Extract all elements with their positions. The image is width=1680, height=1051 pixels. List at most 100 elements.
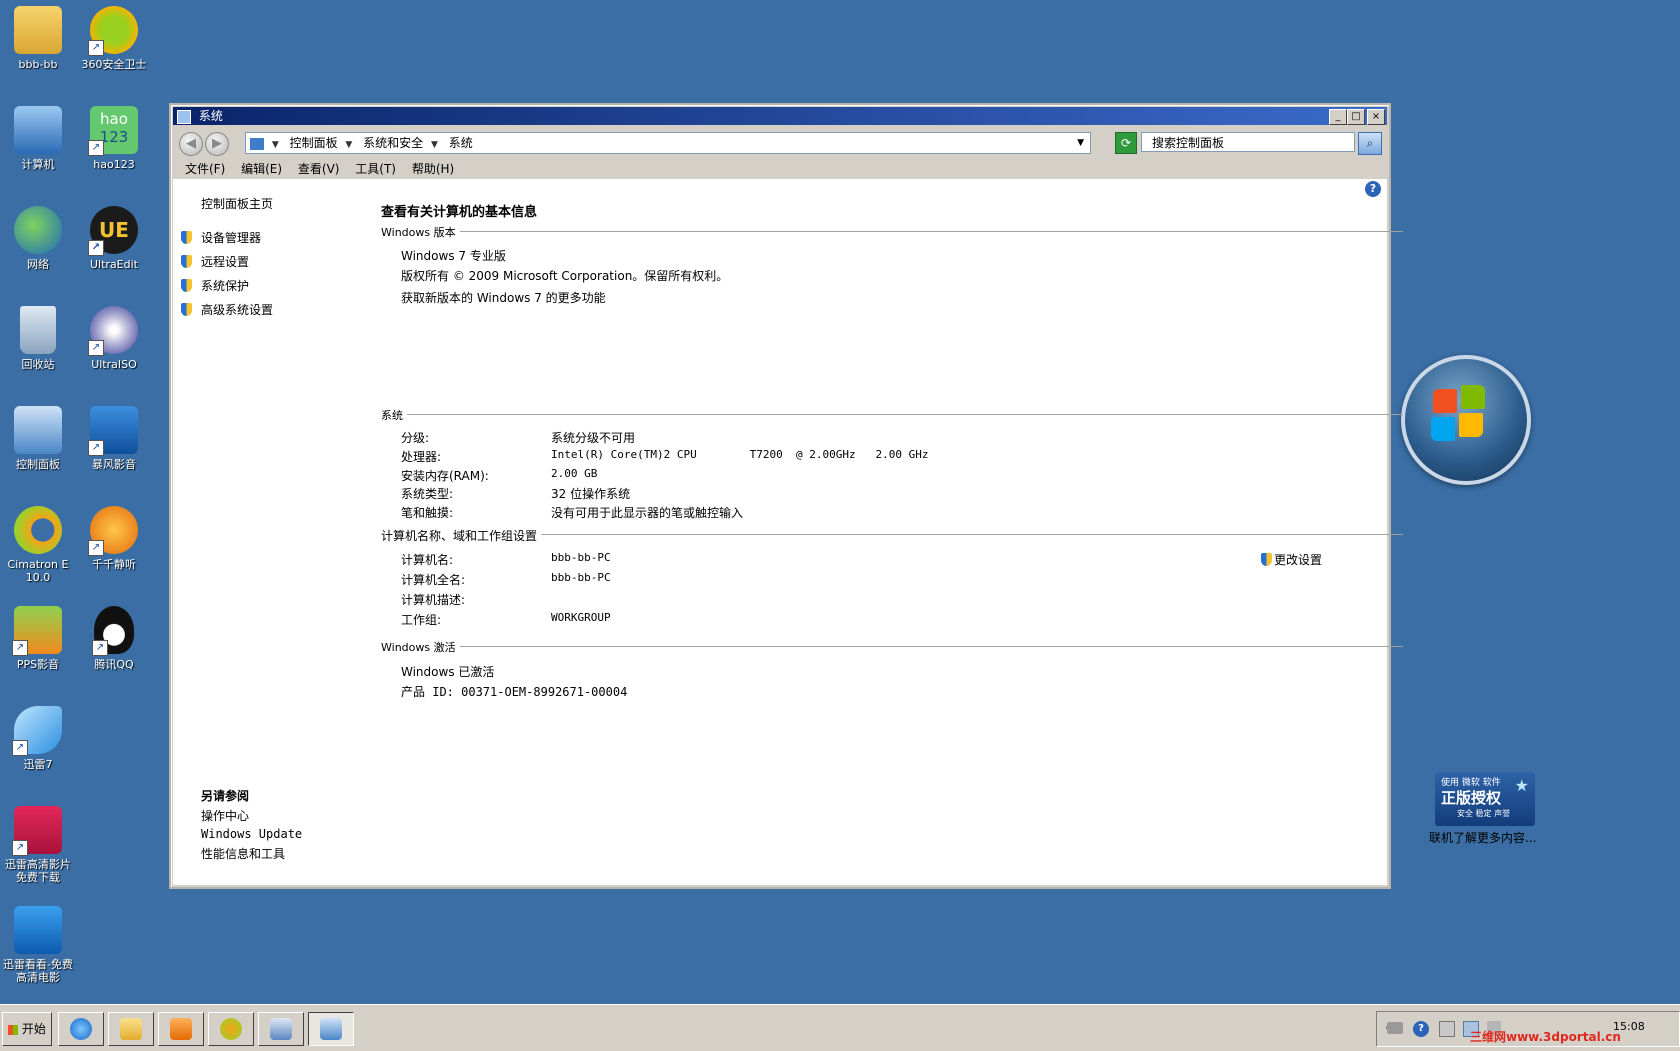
xunlei-kankan-icon [14, 906, 62, 954]
shield-icon [181, 279, 192, 292]
desktop-icon-ttplayer[interactable]: ↗ 千千静听 [76, 506, 152, 571]
ultraedit-icon: UE ↗ [88, 206, 138, 256]
keyboard-icon[interactable] [1387, 1022, 1403, 1034]
media-player-icon [170, 1018, 192, 1040]
computer-icon [14, 106, 62, 154]
chevron-right-icon: ▼ [345, 140, 353, 150]
system-protection-link[interactable]: 系统保护 [181, 277, 249, 294]
windows-update-link[interactable]: Windows Update [201, 827, 302, 841]
title-bar[interactable]: 系统 _ □ × [173, 107, 1387, 125]
menu-view[interactable]: 查看(V) [298, 159, 340, 179]
taskbar: 开始 CH ? 15:08 [0, 1004, 1680, 1051]
360-security-icon: ↗ [88, 6, 138, 56]
help-icon[interactable]: ? [1413, 1021, 1429, 1037]
desktop-icon-control-panel[interactable]: 控制面板 [0, 406, 76, 471]
desktop-icon-baofeng[interactable]: ↗ 暴风影音 [76, 406, 152, 471]
shield-icon [181, 303, 192, 316]
taskbar-cimatron[interactable] [208, 1012, 254, 1046]
activation-status: Windows 已激活 [401, 665, 495, 679]
remote-settings-link[interactable]: 远程设置 [181, 253, 249, 270]
window-title: 系统 [198, 109, 223, 123]
desktop-icon-recycle-bin[interactable]: 回收站 [0, 306, 76, 371]
navigation-bar: ◀ ▶ ▼ 控制面板 ▼ 系统和安全 ▼ 系统 ▼ ⟳ 搜索控制面板 ⌕ [173, 127, 1387, 157]
star-icon: ★ [1514, 776, 1529, 795]
upgrade-link[interactable]: 获取新版本的 Windows 7 的更多功能 [401, 289, 606, 306]
breadcrumb-system-security[interactable]: 系统和安全 [363, 133, 423, 153]
breadcrumb-system[interactable]: 系统 [449, 133, 473, 153]
ultraiso-icon: ↗ [88, 306, 138, 356]
shield-icon [181, 255, 192, 268]
menu-tools[interactable]: 工具(T) [355, 159, 396, 179]
back-button[interactable]: ◀ [179, 132, 203, 156]
shield-icon [181, 231, 192, 244]
maximize-button[interactable]: □ [1347, 109, 1365, 125]
desktop-icon-ultraiso[interactable]: ↗ UltraISO [76, 306, 152, 371]
breadcrumb-control-panel[interactable]: 控制面板 [290, 133, 338, 153]
control-panel-home-link[interactable]: 控制面板主页 [201, 195, 273, 212]
desktop-icon-ultraedit[interactable]: UE ↗ UltraEdit [76, 206, 152, 271]
system-section: 系统 [381, 407, 1403, 423]
internet-explorer-icon [70, 1018, 92, 1040]
minimize-button[interactable]: _ [1329, 109, 1347, 125]
taskbar-key-tool[interactable] [258, 1012, 304, 1046]
search-icon[interactable]: ⌕ [1358, 132, 1382, 155]
start-button[interactable]: 开始 [2, 1012, 52, 1046]
shield-icon [1261, 553, 1272, 566]
performance-tools-link[interactable]: 性能信息和工具 [201, 845, 285, 862]
taskbar-ie[interactable] [58, 1012, 104, 1046]
desktop-icon-bbb-bb[interactable]: bbb-bb [0, 6, 76, 71]
tray-flag-icon[interactable] [1439, 1021, 1455, 1037]
device-manager-link[interactable]: 设备管理器 [181, 229, 261, 246]
folder-icon [120, 1018, 142, 1040]
taskbar-control-panel[interactable] [308, 1012, 354, 1046]
search-input[interactable]: 搜索控制面板 [1141, 132, 1355, 152]
hao123-icon: hao 123 ↗ [88, 106, 138, 156]
watermark-text: 三维网www.3dportal.cn [1470, 1030, 1621, 1044]
desktop-icon-hao123[interactable]: hao 123 ↗ hao123 [76, 106, 152, 171]
change-settings-link[interactable]: 更改设置 [1261, 551, 1322, 568]
refresh-icon[interactable]: ⟳ [1115, 132, 1137, 154]
content-area: ? 控制面板主页 设备管理器 远程设置 系统保护 高级系统设置 另请参阅 操作中… [173, 179, 1536, 885]
chevron-right-icon: ▼ [271, 140, 279, 150]
desktop-icon-xunlei-hd[interactable]: ↗ 迅雷高清影片免费下载 [0, 806, 76, 884]
windows-logo-icon [1401, 355, 1531, 485]
help-icon[interactable]: ? [1365, 181, 1381, 197]
desktop-icon-xunlei-kankan[interactable]: 迅雷看看-免费高清电影 [0, 906, 76, 984]
xunlei-hd-icon: ↗ [12, 806, 62, 856]
computer-name-section: 计算机名称、域和工作组设置 [381, 527, 1403, 544]
taskbar-explorer[interactable] [108, 1012, 154, 1046]
desktop-icon-pps[interactable]: ↗ PPS影音 [0, 606, 76, 671]
xunlei-bird-icon: ↗ [12, 706, 62, 756]
menu-edit[interactable]: 编辑(E) [241, 159, 282, 179]
forward-button[interactable]: ▶ [205, 132, 229, 156]
control-panel-icon [14, 406, 62, 454]
user-folder-icon [14, 6, 62, 54]
cimatron-icon [220, 1018, 242, 1040]
desktop-icon-computer[interactable]: 计算机 [0, 106, 76, 171]
qq-penguin-icon: ↗ [92, 606, 134, 656]
close-button[interactable]: × [1367, 109, 1385, 125]
rating-value[interactable]: 系统分级不可用 [551, 429, 635, 446]
desktop-icon-360[interactable]: ↗ 360安全卫士 [76, 6, 152, 71]
desktop-icon-cimatron[interactable]: Cimatron E 10.0 [0, 506, 76, 584]
taskbar-media-player[interactable] [158, 1012, 204, 1046]
desktop-icon-qq[interactable]: ↗ 腾讯QQ [76, 606, 152, 671]
windows-flag-icon [8, 1024, 19, 1035]
action-center-link[interactable]: 操作中心 [201, 807, 249, 824]
copyright-text: 版权所有 © 2009 Microsoft Corporation。保留所有权利… [401, 269, 729, 283]
advanced-settings-link[interactable]: 高级系统设置 [181, 301, 273, 318]
baofeng-icon: ↗ [88, 406, 138, 456]
system-window: 系统 _ □ × ◀ ▶ ▼ 控制面板 ▼ 系统和安全 ▼ 系统 ▼ ⟳ 搜索控… [169, 103, 1536, 889]
pps-icon: ↗ [12, 606, 62, 656]
address-bar[interactable]: ▼ 控制面板 ▼ 系统和安全 ▼ 系统 ▼ [245, 132, 1091, 154]
chevron-down-icon[interactable]: ▼ [1077, 133, 1084, 153]
menu-file[interactable]: 文件(F) [185, 159, 225, 179]
learn-more-link[interactable]: 联机了解更多内容... [1429, 829, 1536, 846]
desktop-icon-xunlei7[interactable]: ↗ 迅雷7 [0, 706, 76, 771]
ttplayer-icon: ↗ [88, 506, 138, 556]
system-window-icon [177, 110, 191, 124]
menu-help[interactable]: 帮助(H) [412, 159, 454, 179]
cimatron-icon [14, 506, 62, 554]
desktop-icon-network[interactable]: 网络 [0, 206, 76, 271]
genuine-software-badge[interactable]: 使用 微软 软件 正版授权 安全 稳定 声誉 ★ [1435, 772, 1535, 826]
